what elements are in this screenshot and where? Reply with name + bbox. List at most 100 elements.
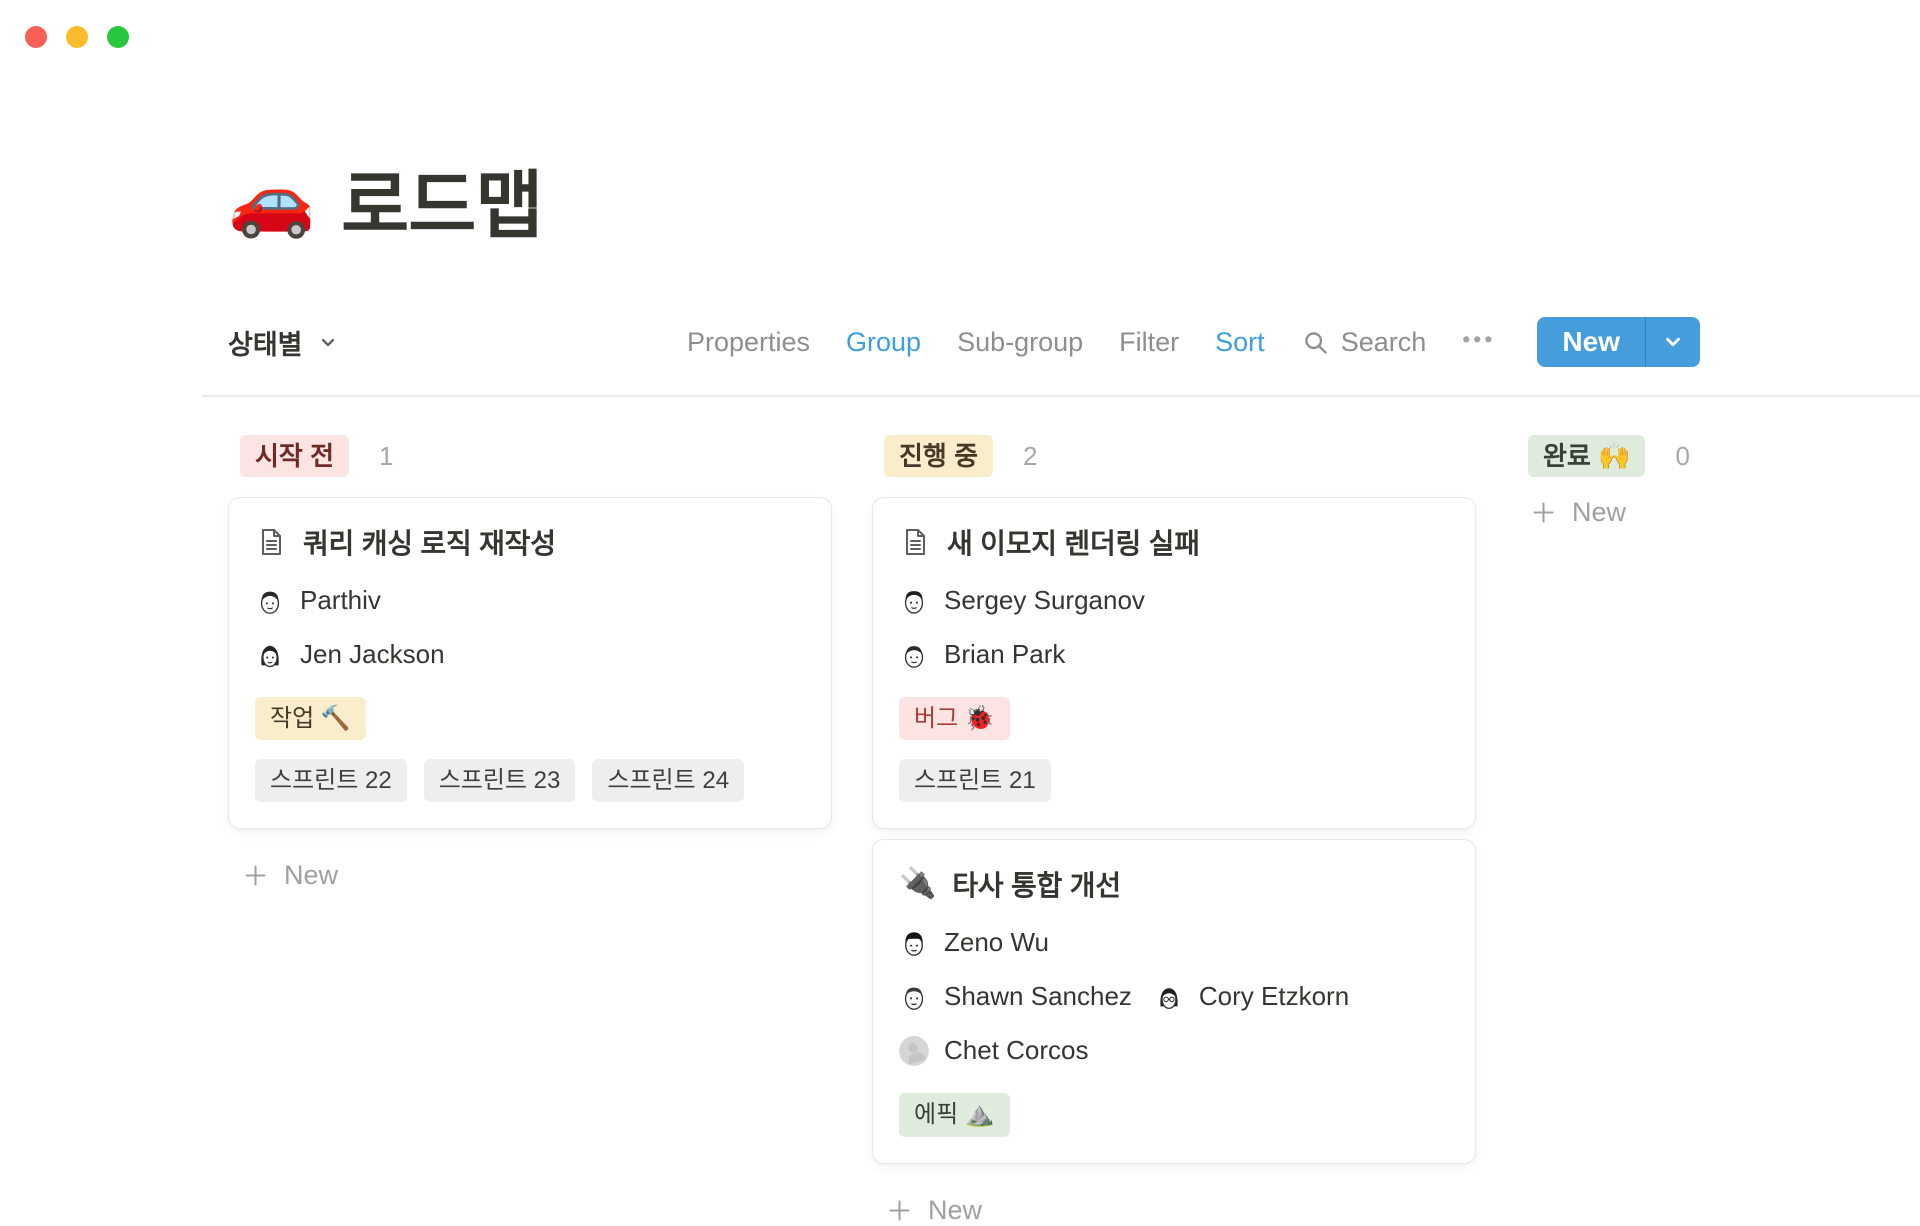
person-name: Jen Jackson [300,639,445,670]
add-new-card-button[interactable]: New [886,1195,1476,1226]
add-new-label: New [1572,497,1626,528]
plus-icon [1530,499,1557,526]
person-name: Cory Etzkorn [1199,981,1349,1012]
chevron-down-icon [318,332,338,352]
page-title-text[interactable]: 로드맵 [341,146,542,253]
page-title: 🚗 로드맵 [228,146,542,253]
tag-row: 에픽 ⛰️ [899,1093,1449,1136]
new-dropdown-button[interactable] [1646,317,1700,367]
person-name: Parthiv [300,585,381,616]
tag-sprint: 스프린트 22 [255,759,407,802]
tag-sprint: 스프린트 24 [592,759,744,802]
column-not-started: 시작 전 1 쿼리 캐싱 로직 재작성 [228,436,832,891]
person-row: Jen Jackson [255,639,805,670]
car-emoji-icon[interactable]: 🚗 [228,165,315,235]
status-badge[interactable]: 시작 전 [240,435,349,478]
avatar-zeno-wu [899,928,929,958]
group-button[interactable]: Group [846,327,921,358]
tag-work: 작업 🔨 [255,697,366,740]
person-row: Brian Park [899,639,1449,670]
window-controls [25,26,129,48]
minimize-button[interactable] [66,26,88,48]
column-done: 완료 🙌 0 New [1516,436,1920,528]
person-row: Sergey Surganov [899,585,1449,616]
avatar-cory-etzkorn [1154,982,1184,1012]
avatar-shawn-sanchez [899,982,929,1012]
toolbar-actions: Properties Group Sub-group Filter Sort S… [687,317,1700,367]
person-row: Parthiv [255,585,805,616]
close-button[interactable] [25,26,47,48]
person: Sergey Surganov [899,585,1145,616]
search-label: Search [1341,327,1427,358]
person-name: Brian Park [944,639,1065,670]
card-emoji-rendering[interactable]: 새 이모지 렌더링 실패 Sergey Surganov Brian Park [872,497,1476,829]
tag-bug: 버그 🐞 [899,697,1010,740]
person: Zeno Wu [899,927,1049,958]
plus-icon [242,862,269,889]
card-title-row: 🔌 타사 통합 개선 [899,864,1449,904]
person: Shawn Sanchez [899,981,1132,1012]
search-icon [1301,328,1330,357]
card-third-party-integration[interactable]: 🔌 타사 통합 개선 Zeno Wu Shawn Sanchez [872,839,1476,1163]
person: Cory Etzkorn [1154,981,1349,1012]
tag-row: 버그 🐞 [899,697,1449,740]
person-name: Shawn Sanchez [944,981,1132,1012]
person-name: Chet Corcos [944,1035,1089,1066]
card-title: 새 이모지 렌더링 실패 [947,522,1200,562]
page-document-icon [255,526,287,558]
person: Brian Park [899,639,1065,670]
column-header: 시작 전 1 [240,436,832,476]
page-document-icon [899,526,931,558]
chevron-down-icon [1662,331,1684,353]
avatar-chet-corcos [899,1036,929,1066]
person: Parthiv [255,585,381,616]
column-count: 2 [1023,441,1037,472]
person-name: Zeno Wu [944,927,1049,958]
filter-button[interactable]: Filter [1119,327,1179,358]
sort-button[interactable]: Sort [1215,327,1265,358]
new-button-group: New [1537,317,1700,367]
zoom-button[interactable] [107,26,129,48]
toolbar-divider [202,395,1920,397]
tag-row: 작업 🔨 [255,697,805,740]
person-row: Chet Corcos [899,1035,1449,1066]
card-title: 타사 통합 개선 [952,864,1121,904]
search-button[interactable]: Search [1301,327,1427,358]
more-options-button[interactable]: ••• [1462,326,1495,359]
column-in-progress: 진행 중 2 새 이모지 렌더링 실패 [872,436,1476,1226]
sub-group-button[interactable]: Sub-group [957,327,1083,358]
tag-sprint: 스프린트 23 [424,759,576,802]
kanban-board: 시작 전 1 쿼리 캐싱 로직 재작성 [0,436,1920,1200]
avatar-brian-park [899,640,929,670]
add-new-label: New [928,1195,982,1226]
view-name: 상태별 [228,323,303,362]
card-query-caching[interactable]: 쿼리 캐싱 로직 재작성 Parthiv Jen Jackson [228,497,832,829]
card-title: 쿼리 캐싱 로직 재작성 [303,522,556,562]
new-button[interactable]: New [1537,317,1645,367]
tag-epic: 에픽 ⛰️ [899,1093,1010,1136]
add-new-card-button[interactable]: New [1530,497,1920,528]
properties-button[interactable]: Properties [687,327,810,358]
status-badge[interactable]: 완료 🙌 [1528,435,1645,478]
view-selector[interactable]: 상태별 [228,323,338,362]
avatar-parthiv [255,586,285,616]
card-title-row: 새 이모지 렌더링 실패 [899,522,1449,562]
add-new-card-button[interactable]: New [242,860,832,891]
plug-emoji-icon: 🔌 [899,869,936,899]
person: Jen Jackson [255,639,445,670]
column-header: 진행 중 2 [884,436,1476,476]
avatar-jen-jackson [255,640,285,670]
person-row: Zeno Wu [899,927,1449,958]
person: Chet Corcos [899,1035,1089,1066]
avatar-sergey-surganov [899,586,929,616]
card-title-row: 쿼리 캐싱 로직 재작성 [255,522,805,562]
view-toolbar: 상태별 Properties Group Sub-group Filter So… [228,316,1700,368]
person-name: Sergey Surganov [944,585,1145,616]
column-count: 0 [1675,441,1689,472]
page-header: 🚗 로드맵 [228,146,542,253]
status-badge[interactable]: 진행 중 [884,435,993,478]
tag-sprint: 스프린트 21 [899,759,1051,802]
person-row: Shawn Sanchez Cory Etzkorn [899,981,1449,1012]
column-count: 1 [379,441,393,472]
sprint-tag-row: 스프린트 21 [899,759,1449,802]
